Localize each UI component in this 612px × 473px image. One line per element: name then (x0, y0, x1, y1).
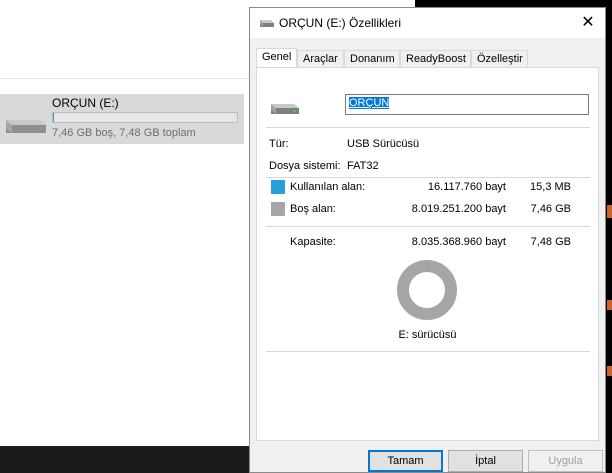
volume-label-input[interactable]: ORÇUN (345, 94, 589, 115)
tab-donanim[interactable]: Donanım (344, 50, 400, 67)
taskbar (0, 446, 250, 473)
background-accent (607, 366, 612, 376)
close-icon[interactable]: ✕ (577, 12, 599, 34)
tab-ozellestir[interactable]: Özelleştir (471, 50, 528, 67)
divider (266, 177, 590, 178)
tab-readyboost[interactable]: ReadyBoost (400, 50, 471, 67)
background-accent (607, 205, 612, 218)
divider (266, 127, 590, 128)
usb-drive-icon (2, 114, 48, 139)
filesystem-value: FAT32 (347, 160, 379, 172)
drive-caption: E: sürücüsü (398, 329, 457, 341)
drive-usage-bar (52, 112, 238, 123)
capacity-label: Kapasite: (290, 236, 336, 248)
divider (0, 78, 250, 79)
dialog-title: ORÇUN (E:) Özellikleri (279, 16, 402, 30)
divider (266, 351, 590, 352)
used-space-bytes: 16.117.760 bayt (427, 181, 506, 193)
divider (266, 226, 590, 227)
used-space-label: Kullanılan alan: (290, 181, 366, 193)
general-panel: ORÇUN Tür: USB Sürücüsü Dosya sistemi: F… (256, 67, 599, 441)
used-space-swatch (271, 180, 285, 194)
explorer-background: ORÇUN (E:) 7,46 GB boş, 7,48 GB toplam (0, 0, 250, 446)
free-space-bytes: 8.019.251.200 bayt (411, 203, 506, 215)
usb-drive-icon (259, 18, 275, 31)
background-accent (607, 300, 612, 310)
free-space-swatch (271, 202, 285, 216)
type-value: USB Sürücüsü (347, 138, 420, 150)
free-space-label: Boş alan: (290, 203, 336, 215)
tab-araclar[interactable]: Araçlar (297, 50, 344, 67)
drive-tile[interactable]: ORÇUN (E:) 7,46 GB boş, 7,48 GB toplam (0, 94, 244, 144)
drive-summary: 7,46 GB boş, 7,48 GB toplam (52, 127, 196, 139)
title-bar[interactable]: ORÇUN (E:) Özellikleri ✕ (250, 8, 605, 38)
usage-donut-chart (397, 260, 457, 320)
properties-dialog: ORÇUN (E:) Özellikleri ✕ Genel Araçlar D… (249, 7, 606, 473)
free-space-ring (397, 260, 457, 320)
drive-name: ORÇUN (E:) (52, 96, 119, 110)
used-space-size: 15,3 MB (530, 181, 571, 193)
capacity-bytes: 8.035.368.960 bayt (411, 236, 506, 248)
capacity-size: 7,48 GB (530, 236, 571, 248)
cancel-button[interactable]: İptal (448, 450, 523, 472)
ok-button[interactable]: Tamam (368, 450, 443, 472)
volume-label-text: ORÇUN (349, 97, 390, 109)
filesystem-label: Dosya sistemi: (269, 160, 341, 172)
free-space-size: 7,46 GB (530, 203, 571, 215)
tab-genel[interactable]: Genel (256, 48, 297, 68)
apply-button[interactable]: Uygula (528, 450, 603, 472)
type-label: Tür: (269, 138, 289, 150)
usb-drive-icon (270, 101, 300, 118)
